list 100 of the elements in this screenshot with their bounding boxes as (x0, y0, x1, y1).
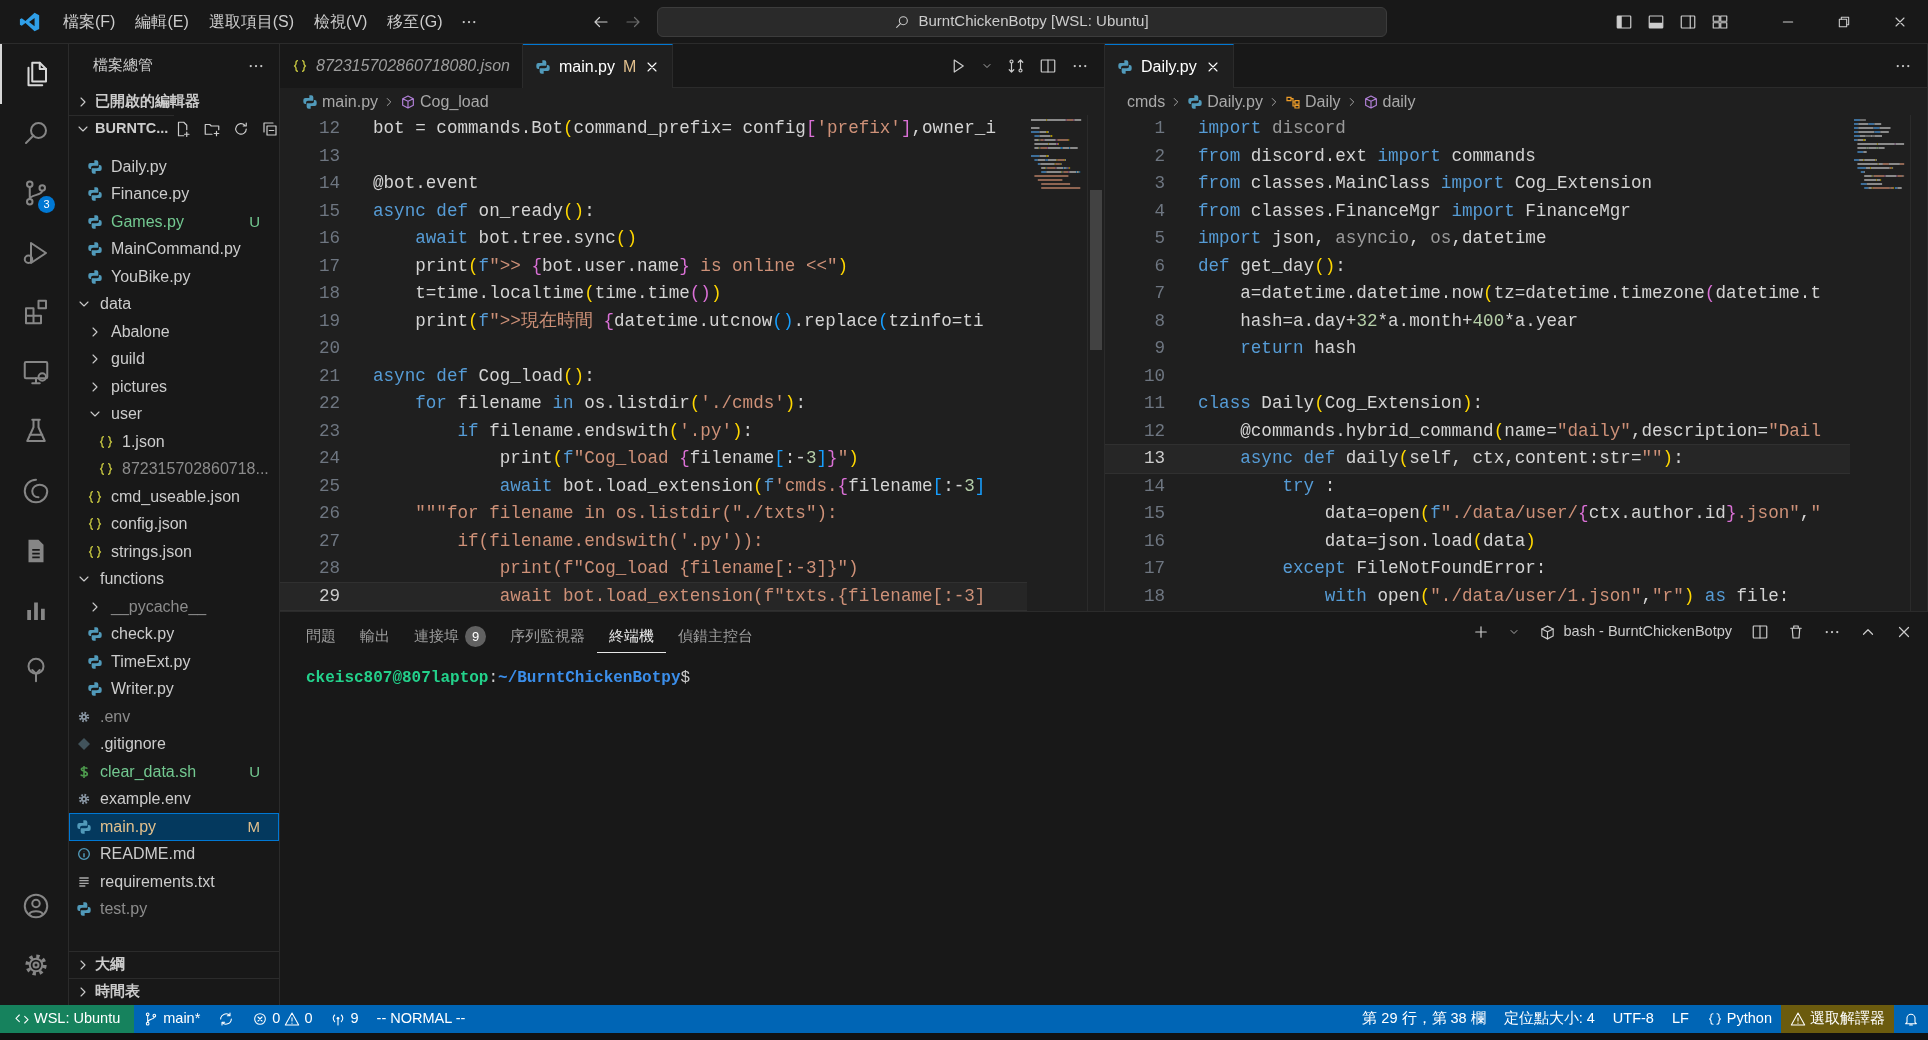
diamond-file-icon (76, 736, 92, 753)
code-line: import discord (1198, 117, 1346, 140)
line-number: 7 (1153, 282, 1166, 305)
menu-item[interactable]: 編輯(E) (125, 9, 199, 34)
panel-tab[interactable]: 序列監視器 (498, 622, 597, 653)
status-item[interactable]: LF (1662, 1005, 1698, 1033)
file-item[interactable]: cmd_useable.json (69, 483, 279, 511)
breadcrumb-item[interactable]: main.py (302, 89, 379, 114)
menu-item[interactable]: 移至(G) (377, 9, 453, 34)
file-item[interactable]: TimeExt.py (69, 648, 279, 676)
status-item[interactable]: UTF-8 (1603, 1005, 1663, 1033)
section-header[interactable]: 大綱 (69, 951, 279, 978)
python-file-icon (1117, 58, 1133, 75)
breadcrumb-item[interactable]: daily (1362, 89, 1416, 114)
file-item[interactable]: check.py (69, 620, 279, 648)
ports-status[interactable]: 9 (321, 1005, 368, 1033)
panel-tab[interactable]: 輸出 (348, 622, 402, 653)
folder-item[interactable]: user (69, 400, 279, 428)
breadcrumb-item[interactable]: Cog_load (400, 89, 489, 114)
editor-tab[interactable]: Daily.py (1105, 44, 1234, 88)
file-item[interactable]: Games.py U (69, 208, 279, 236)
file-item[interactable]: test.py (69, 895, 279, 923)
code-line: data=json.load(data) (1323, 529, 1536, 553)
git-status-letter: U (249, 761, 261, 782)
line-number: 12 (1142, 419, 1166, 443)
menu-item[interactable]: 檔案(F) (53, 9, 126, 34)
file-item[interactable]: clear_data.sh U (69, 758, 279, 786)
python-file-icon (87, 681, 103, 698)
folder-item[interactable]: guild (69, 345, 279, 373)
status-item[interactable]: 定位點大小: 4 (1494, 1005, 1604, 1033)
breadcrumb-item[interactable]: Daily.py (1187, 89, 1263, 114)
menu-item[interactable]: 選取項目(S) (198, 9, 305, 34)
braces-file-icon (87, 516, 103, 533)
code-line: return hash (1239, 337, 1357, 360)
folder-item[interactable]: data (69, 290, 279, 318)
file-item[interactable]: config.json (69, 510, 279, 538)
line-number: 28 (317, 557, 341, 580)
line-number: 27 (317, 529, 341, 553)
file-item[interactable]: example.env (69, 785, 279, 813)
breadcrumb-item[interactable]: cmds (1127, 89, 1166, 114)
braces-file-icon (87, 543, 103, 560)
code-line: with open("./data/user/1.json","r") as file: (1323, 584, 1790, 608)
file-item[interactable]: .gitignore (69, 730, 279, 758)
status-item[interactable]: 第 29 行，第 38 欄 (1353, 1005, 1495, 1033)
editor-tab[interactable]: main.py M (522, 44, 674, 88)
line-number: 4 (1153, 199, 1166, 223)
file-item[interactable]: 872315702860718... (69, 455, 279, 483)
terminal-selector[interactable]: bash - BurntChickenBotpy (1530, 621, 1740, 643)
line-number: 29 (317, 584, 341, 608)
line-number: 12 (317, 117, 341, 140)
file-item[interactable]: main.py M (69, 813, 279, 841)
panel-tab[interactable]: 連接埠 9 (402, 622, 498, 653)
panel-tab[interactable]: 終端機 (597, 622, 666, 653)
file-item[interactable]: requirements.txt (69, 868, 279, 896)
file-item[interactable]: .env (69, 703, 279, 731)
python-file-icon (302, 93, 318, 110)
language-status[interactable]: Python (1697, 1005, 1781, 1033)
command-center-search[interactable]: BurntChickenBotpy [WSL: Ubuntu] (656, 6, 1387, 37)
collapse-all-icon[interactable] (261, 119, 280, 138)
editor-tab[interactable]: 872315702860718080.json (280, 44, 523, 88)
section-header[interactable]: BURNTC... (69, 115, 175, 142)
code-line: await bot.load_extension(f'cmds.{filename[:-3] (498, 474, 986, 498)
code-line: class Daily(Cog_Extension): (1198, 392, 1484, 415)
code-line: print(f">> {bot.user.name} is online <<") (414, 254, 849, 278)
line-number: 10 (1142, 364, 1166, 388)
folder-item[interactable]: __pycache__ (69, 593, 279, 621)
line-number: 5 (1153, 227, 1166, 250)
file-item[interactable]: strings.json (69, 538, 279, 566)
file-item[interactable]: 1.json (69, 428, 279, 456)
bell-icon (1903, 1011, 1919, 1027)
problems-status[interactable]: 0 0 (243, 1005, 322, 1033)
line-number: 2 (1153, 144, 1166, 168)
menu-item[interactable]: 檢視(V) (304, 9, 378, 34)
scrollbar-thumb[interactable] (1090, 190, 1102, 350)
python-file-icon (76, 901, 92, 918)
file-item[interactable]: Finance.py (69, 180, 279, 208)
section-header[interactable]: 已開啟的編輯器 (69, 88, 279, 115)
interpreter-warning[interactable]: 選取解譯器 (1781, 1005, 1894, 1033)
file-item[interactable]: MainCommand.py (69, 235, 279, 263)
code-line: t=time.localtime(time.time()) (414, 282, 722, 305)
panel-tab[interactable]: 問題 (294, 622, 348, 653)
line-number: 11 (1142, 392, 1166, 415)
folder-item[interactable]: Abalone (69, 318, 279, 346)
line-number: 23 (317, 419, 341, 443)
file-item[interactable]: Writer.py (69, 675, 279, 703)
panel-tab[interactable]: 偵錯主控台 (666, 622, 765, 653)
code-line: @commands.hybrid_command(name="daily",description="Dail (1239, 419, 1821, 443)
folder-item[interactable]: functions (69, 565, 279, 593)
breadcrumb-item[interactable]: Daily (1284, 89, 1341, 114)
line-number: 15 (317, 199, 341, 223)
cube-icon (400, 93, 417, 110)
status-item[interactable]: -- NORMAL -- (367, 1005, 475, 1033)
folder-item[interactable]: pictures (69, 373, 279, 401)
branch-status[interactable]: main* (134, 1005, 210, 1033)
file-item[interactable]: README.md (69, 840, 279, 868)
line-number: 1 (1153, 117, 1166, 140)
remote-indicator[interactable]: WSL: Ubuntu (0, 1005, 135, 1033)
line-number: 26 (317, 502, 341, 525)
file-item[interactable]: YouBike.py (69, 263, 279, 291)
file-item[interactable]: Daily.py (69, 153, 279, 181)
